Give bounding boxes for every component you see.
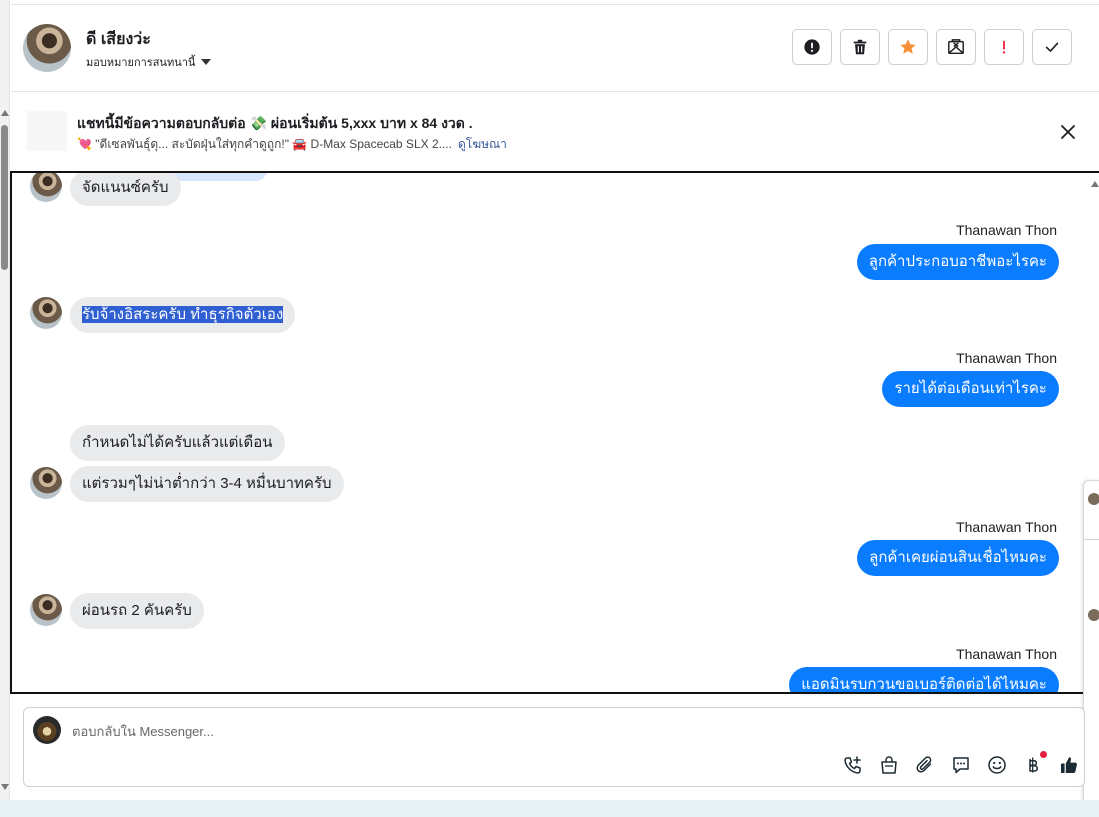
- contact-avatar[interactable]: [23, 24, 71, 72]
- incoming-message[interactable]: รับจ้างอิสระครับ ทำธุรกิจตัวเอง: [70, 297, 296, 333]
- inbox-conversation-view: ดี เสียงว่ะ มอบหมายการสนทนานี้ แชทนี้มีข…: [0, 0, 1099, 817]
- page-footer-strip: [0, 800, 1099, 817]
- trash-icon: [853, 39, 867, 55]
- assign-label: มอบหมายการสนทนานี้: [86, 57, 196, 69]
- ad-context-banner: แชทนี้มีข้อความตอบกลับต่อ 💸 ผ่อนเริ่มต้น…: [11, 93, 1099, 171]
- contact-name[interactable]: ดี เสียงว่ะ: [86, 27, 151, 52]
- ad-title: แชทนี้มีข้อความตอบกลับต่อ 💸 ผ่อนเริ่มต้น…: [77, 115, 473, 131]
- emoji-icon: [988, 756, 1006, 774]
- reply-input[interactable]: [72, 720, 672, 742]
- contact-avatar-mini: [1088, 493, 1099, 505]
- page-scrollbar[interactable]: [0, 0, 10, 800]
- star-icon: [900, 39, 916, 54]
- chevron-down-icon: [201, 59, 212, 65]
- conversation-header: ดี เสียงว่ะ มอบหมายการสนทนานี้: [11, 4, 1099, 92]
- outgoing-message[interactable]: รายได้ต่อเดือนเท่าไรคะ: [882, 371, 1059, 407]
- scroll-up-arrow-icon[interactable]: [1091, 181, 1099, 187]
- assign-conversation-dropdown[interactable]: มอบหมายการสนทนานี้: [86, 53, 212, 71]
- selected-text: รับจ้างอิสระครับ ทำธุรกิจตัวเอง: [82, 306, 284, 323]
- mark-spam-button[interactable]: [984, 29, 1024, 65]
- incoming-message[interactable]: กำหนดไม่ได้ครับแล้วแต่เดือน: [70, 425, 285, 461]
- side-panel-edge[interactable]: [1083, 480, 1099, 813]
- close-icon[interactable]: [1059, 123, 1077, 141]
- mark-done-button[interactable]: [1032, 29, 1072, 65]
- phone-add-icon: [844, 756, 861, 774]
- scroll-up-arrow-icon[interactable]: [1, 110, 9, 116]
- outgoing-message[interactable]: ลูกค้าประกอบอาชีพอะไรคะ: [856, 244, 1059, 280]
- saved-replies-button[interactable]: [950, 754, 972, 776]
- paperclip-icon: [916, 756, 932, 773]
- outgoing-message[interactable]: แอดมินรบกวนขอเบอร์ติดต่อได้ไหมคะ: [789, 667, 1059, 692]
- scrollbar-thumb[interactable]: [1, 125, 8, 270]
- message-thread[interactable]: จัดแนนซ์ครับ Thanawan Thon ลูกค้าประกอบอ…: [10, 171, 1099, 694]
- sender-name: Thanawan Thon: [956, 519, 1057, 535]
- shop-button[interactable]: [878, 754, 900, 776]
- thumbs-up-icon: [1061, 757, 1077, 773]
- sender-name: Thanawan Thon: [956, 646, 1057, 662]
- sender-name: Thanawan Thon: [956, 350, 1057, 366]
- star-button[interactable]: [888, 29, 928, 65]
- contact-avatar-small: [30, 594, 62, 626]
- call-button[interactable]: [842, 754, 864, 776]
- view-ad-link[interactable]: ดูโฆษณา: [458, 137, 507, 151]
- outgoing-message[interactable]: ลูกค้าเคยผ่อนสินเชื่อไหมคะ: [857, 540, 1059, 576]
- ad-subtitle: 💘 "ดีเซลพันธุ์ดุ... สะบัดฝุ่นใส่ทุกคำดูถ…: [77, 137, 452, 151]
- alert-circle-icon: [804, 39, 820, 55]
- notification-dot: [1040, 751, 1047, 758]
- ad-subtitle-row: 💘 "ดีเซลพันธุ์ดุ... สะบัดฝุ่นใส่ทุกคำดูถ…: [77, 135, 507, 154]
- emoji-button[interactable]: [986, 754, 1008, 776]
- chat-bubble-icon: [953, 757, 969, 774]
- divider: [1084, 539, 1099, 540]
- page-avatar: [33, 716, 61, 744]
- baht-icon: [1029, 757, 1039, 773]
- incoming-message[interactable]: แต่รวมๆไม่น่าต่ำกว่า 3-4 หมื่นบาทครับ: [70, 466, 344, 502]
- incoming-message[interactable]: ผ่อนรถ 2 คันครับ: [70, 593, 204, 629]
- scroll-down-arrow-icon[interactable]: [1, 784, 9, 790]
- delete-button[interactable]: [840, 29, 880, 65]
- report-button[interactable]: [792, 29, 832, 65]
- contact-avatar-mini: [1088, 609, 1099, 621]
- incoming-message[interactable]: จัดแนนซ์ครับ: [70, 173, 181, 206]
- envelope-x-icon: [948, 39, 964, 55]
- exclamation-icon: [1002, 40, 1006, 54]
- check-icon: [1045, 42, 1059, 52]
- mark-unread-button[interactable]: [936, 29, 976, 65]
- sender-name: Thanawan Thon: [956, 222, 1057, 238]
- attach-button[interactable]: [914, 754, 936, 776]
- reply-composer: [23, 707, 1085, 787]
- contact-avatar-small: [30, 173, 62, 202]
- shopping-bag-icon: [881, 756, 897, 774]
- contact-avatar-small: [30, 297, 62, 329]
- ad-thumbnail: [27, 111, 67, 151]
- contact-avatar-small: [30, 467, 62, 499]
- like-button[interactable]: [1058, 754, 1080, 776]
